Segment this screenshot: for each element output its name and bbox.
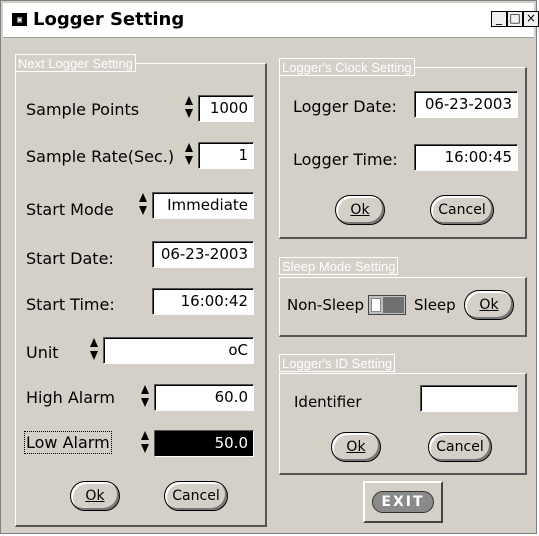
spin-up-icon[interactable] [141, 385, 149, 394]
spin-down-icon[interactable] [185, 109, 193, 118]
unit-label: Unit [26, 343, 59, 362]
toggle-track [383, 297, 404, 313]
id-cancel-button[interactable]: Cancel [428, 432, 492, 462]
high-alarm-field[interactable]: 60.0 [154, 384, 254, 411]
logger-date-field[interactable]: 06-23-2003 [414, 91, 518, 118]
unit-spinner[interactable] [89, 337, 99, 363]
toggle-knob [371, 298, 381, 312]
spin-up-icon[interactable] [141, 431, 149, 440]
maximize-button[interactable]: □ [507, 11, 523, 27]
cancel-label: Cancel [172, 488, 220, 504]
unit-field[interactable]: oC [103, 337, 254, 364]
logger-time-label: Logger Time: [293, 150, 398, 169]
logger-date-label: Logger Date: [293, 97, 397, 116]
ok-label: Ok [479, 297, 499, 313]
sample-points-label: Sample Points [26, 100, 140, 119]
sleep-label: Sleep [414, 296, 456, 314]
next-ok-button[interactable]: Ok [70, 481, 120, 511]
sample-rate-label: Sample Rate(Sec.) [26, 147, 175, 166]
spin-down-icon[interactable] [141, 444, 149, 453]
close-button[interactable]: × [523, 11, 539, 27]
start-mode-spinner[interactable] [138, 192, 148, 218]
clock-ok-button[interactable]: Ok [335, 195, 385, 225]
sleep-mode-toggle[interactable] [368, 295, 406, 315]
cancel-label: Cancel [438, 202, 486, 218]
id-ok-button[interactable]: Ok [331, 432, 381, 462]
spin-down-icon[interactable] [139, 206, 147, 215]
title-bar[interactable]: ▣ Logger Setting _ □ × [3, 3, 539, 38]
identifier-field[interactable] [420, 385, 518, 412]
sample-rate-spinner[interactable] [184, 142, 194, 168]
high-alarm-spinner[interactable] [140, 384, 150, 410]
logger-time-field[interactable]: 16:00:45 [414, 144, 518, 171]
exit-label: EXIT [372, 491, 434, 513]
spin-down-icon[interactable] [141, 398, 149, 407]
sleep-ok-button[interactable]: Ok [464, 290, 514, 320]
spin-up-icon[interactable] [90, 338, 98, 347]
exit-button[interactable]: EXIT [363, 481, 443, 523]
low-alarm-label: Low Alarm [24, 431, 112, 454]
sample-points-field[interactable]: 1000 [198, 95, 254, 122]
spin-up-icon[interactable] [139, 193, 147, 202]
logger-setting-window: ▣ Logger Setting _ □ × Next Logger Setti… [0, 0, 539, 534]
low-alarm-field[interactable]: 50.0 [154, 430, 254, 457]
ok-label: Ok [350, 202, 370, 218]
cancel-label: Cancel [436, 439, 484, 455]
minimize-button[interactable]: _ [491, 11, 507, 27]
start-mode-label: Start Mode [26, 200, 114, 219]
clock-cancel-button[interactable]: Cancel [430, 195, 494, 225]
window-title: Logger Setting [33, 9, 185, 30]
sample-points-spinner[interactable] [184, 95, 194, 121]
start-date-label: Start Date: [26, 249, 114, 268]
non-sleep-label: Non-Sleep [287, 296, 364, 314]
sleep-group-title: Sleep Mode Setting [279, 257, 399, 275]
clock-group-title: Logger's Clock Setting [279, 58, 415, 76]
ok-label: Ok [346, 439, 366, 455]
start-date-field[interactable]: 06-23-2003 [152, 241, 254, 268]
spin-up-icon[interactable] [185, 96, 193, 105]
identifier-label: Identifier [294, 393, 362, 411]
spin-down-icon[interactable] [185, 156, 193, 165]
next-cancel-button[interactable]: Cancel [164, 481, 228, 511]
spin-up-icon[interactable] [185, 143, 193, 152]
ok-label: Ok [85, 488, 105, 504]
sample-rate-field[interactable]: 1 [198, 142, 254, 169]
start-time-field[interactable]: 16:00:42 [152, 288, 254, 315]
start-time-label: Start Time: [26, 295, 115, 314]
id-group-title: Logger's ID Setting [279, 354, 396, 372]
start-mode-field[interactable]: Immediate [152, 192, 254, 219]
spin-down-icon[interactable] [90, 351, 98, 360]
low-alarm-spinner[interactable] [140, 430, 150, 456]
high-alarm-label: High Alarm [26, 388, 115, 407]
app-icon[interactable]: ▣ [12, 13, 27, 26]
next-logger-group-title: Next Logger Setting [15, 54, 136, 72]
